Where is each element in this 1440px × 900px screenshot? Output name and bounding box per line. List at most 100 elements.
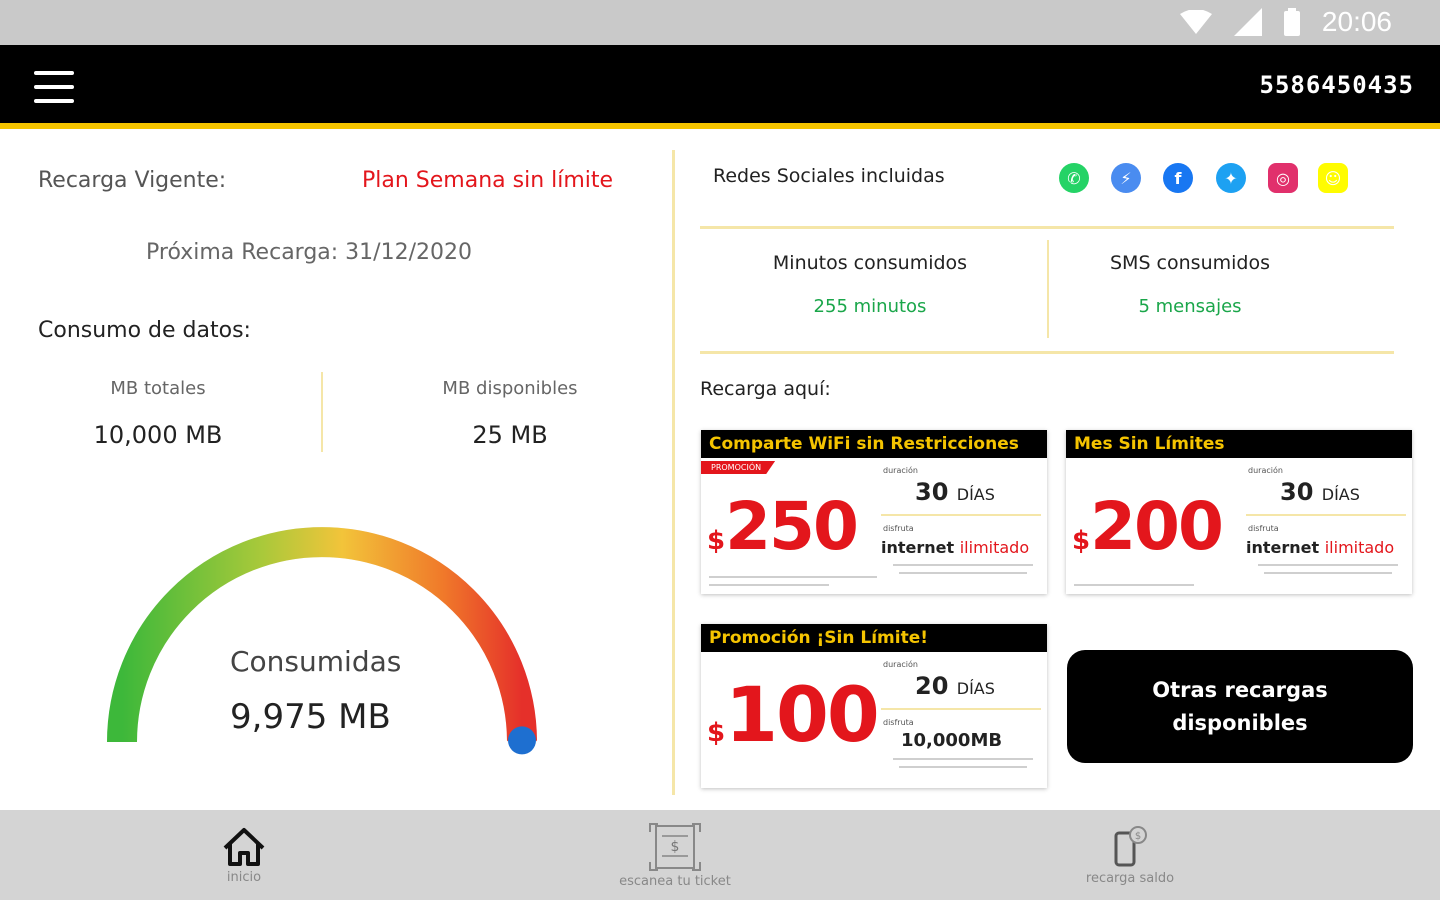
phone-recharge-icon: $	[1114, 825, 1147, 866]
duration-label: duración	[883, 466, 918, 475]
duration: 20 DÍAS	[915, 672, 995, 700]
duration-unit: DÍAS	[956, 679, 995, 698]
messenger-icon: ⚡	[1111, 163, 1141, 193]
recharge-card-250[interactable]: Comparte WiFi sin Restricciones PROMOCIÓ…	[701, 430, 1047, 594]
battery-icon	[1283, 8, 1300, 36]
svg-text:$: $	[671, 839, 680, 855]
price-amount: 100	[725, 670, 880, 759]
signal-icon	[1233, 8, 1262, 36]
benefit-label: disfruta	[883, 524, 914, 533]
currency-symbol: $	[1072, 526, 1091, 556]
divider	[1246, 514, 1406, 516]
card-title: Mes Sin Límites	[1066, 430, 1412, 458]
other-recharges-label: Otras recargas disponibles	[1152, 674, 1328, 740]
scan-ticket-icon: $	[649, 822, 701, 871]
app-header: 5586450435	[0, 45, 1440, 129]
benefit: 10,000MB	[901, 730, 1002, 751]
fine-print	[709, 576, 877, 578]
mb-available-label: MB disponibles	[442, 378, 578, 399]
fine-print	[1074, 584, 1194, 586]
duration: 30 DÍAS	[915, 478, 995, 506]
whatsapp-icon: ✆	[1059, 163, 1089, 193]
card-price: $ 200	[1072, 488, 1224, 565]
gauge-knob	[507, 726, 536, 755]
divider	[881, 514, 1041, 516]
fine-print	[893, 758, 1033, 760]
minutes-value: 255 minutos	[813, 296, 927, 317]
price-amount: 200	[1090, 488, 1224, 565]
bottom-nav: inicio $ escanea tu ticket $ recarga sal…	[0, 810, 1440, 900]
gauge-value: 9,975 MB	[230, 697, 391, 737]
minutes-stat: Minutos consumidos 255 minutos	[720, 252, 1020, 317]
duration-label: duración	[1248, 466, 1283, 475]
fine-print	[893, 564, 1033, 566]
mb-total: MB totales 10,000 MB	[60, 378, 256, 449]
nav-label: recarga saldo	[1085, 870, 1175, 886]
card-title: Comparte WiFi sin Restricciones	[701, 430, 1047, 458]
benefit-label: disfruta	[1248, 524, 1279, 533]
duration-value: 20	[915, 672, 949, 700]
fine-print	[1258, 564, 1398, 566]
price-amount: 250	[725, 488, 859, 565]
next-recharge: Próxima Recarga: 31/12/2020	[146, 240, 472, 265]
sms-label: SMS consumidos	[1110, 252, 1270, 274]
fine-print	[709, 584, 829, 586]
benefit: internet ilimitado	[1246, 538, 1394, 557]
social-title: Redes Sociales incluidas	[713, 165, 945, 187]
recharge-title: Recarga aquí:	[700, 378, 831, 400]
divider	[700, 351, 1394, 354]
nav-scan-ticket[interactable]: $ escanea tu ticket	[600, 810, 750, 900]
plan-name: Plan Semana sin límite	[362, 168, 614, 193]
plan-label: Recarga Vigente:	[38, 168, 227, 193]
mb-available: MB disponibles 25 MB	[412, 378, 608, 449]
nav-label: inicio	[226, 869, 262, 885]
fine-print	[899, 572, 1027, 574]
recharge-card-100[interactable]: Promoción ¡Sin Límite! $ 100 duración 20…	[701, 624, 1047, 788]
instagram-icon: ◎	[1268, 163, 1298, 193]
nav-recharge[interactable]: $ recarga saldo	[1070, 810, 1190, 900]
nav-home[interactable]: inicio	[184, 810, 304, 900]
mb-total-label: MB totales	[110, 378, 206, 399]
benefit-text: 10,000MB	[901, 730, 1003, 751]
gauge-label: Consumidas	[230, 645, 402, 678]
snapchat-icon: ☺	[1318, 163, 1348, 193]
sms-stat: SMS consumidos 5 mensajes	[1060, 252, 1320, 317]
divider	[321, 372, 323, 452]
benefit: internet ilimitado	[881, 538, 1029, 557]
benefit-text: internet	[881, 538, 955, 557]
twitter-icon: ✦	[1216, 163, 1246, 193]
benefit-accent: ilimitado	[1324, 538, 1395, 557]
minutes-label: Minutos consumidos	[772, 252, 968, 274]
status-icons: 20:06	[1179, 6, 1392, 38]
fine-print	[899, 766, 1027, 768]
other-recharges-button[interactable]: Otras recargas disponibles	[1067, 650, 1413, 763]
status-time: 20:06	[1321, 6, 1392, 37]
phone-number: 5586450435	[1259, 71, 1414, 99]
mb-total-value: 10,000 MB	[93, 421, 223, 449]
divider	[700, 226, 1394, 229]
benefit-text: internet	[1246, 538, 1320, 557]
card-price: $ 250	[707, 488, 859, 565]
divider	[1047, 240, 1049, 338]
currency-symbol: $	[707, 718, 726, 748]
panel-divider	[672, 150, 675, 795]
benefit-label: disfruta	[883, 718, 914, 727]
benefit-accent: ilimitado	[959, 538, 1030, 557]
facebook-icon: f	[1163, 163, 1193, 193]
currency-symbol: $	[707, 526, 726, 556]
duration-value: 30	[915, 478, 949, 506]
duration-unit: DÍAS	[1321, 485, 1360, 504]
duration-value: 30	[1280, 478, 1314, 506]
hamburger-menu-icon[interactable]	[34, 71, 74, 103]
mb-available-value: 25 MB	[472, 421, 548, 449]
duration: 30 DÍAS	[1280, 478, 1360, 506]
data-usage-title: Consumo de datos:	[38, 318, 251, 343]
status-bar: 20:06	[0, 0, 1440, 45]
divider	[881, 708, 1041, 710]
home-icon	[223, 827, 265, 866]
duration-unit: DÍAS	[956, 485, 995, 504]
svg-text:$: $	[1135, 831, 1141, 842]
fine-print	[1264, 572, 1392, 574]
card-title: Promoción ¡Sin Límite!	[701, 624, 1047, 652]
recharge-card-200[interactable]: Mes Sin Límites $ 200 duración 30 DÍAS d…	[1066, 430, 1412, 594]
